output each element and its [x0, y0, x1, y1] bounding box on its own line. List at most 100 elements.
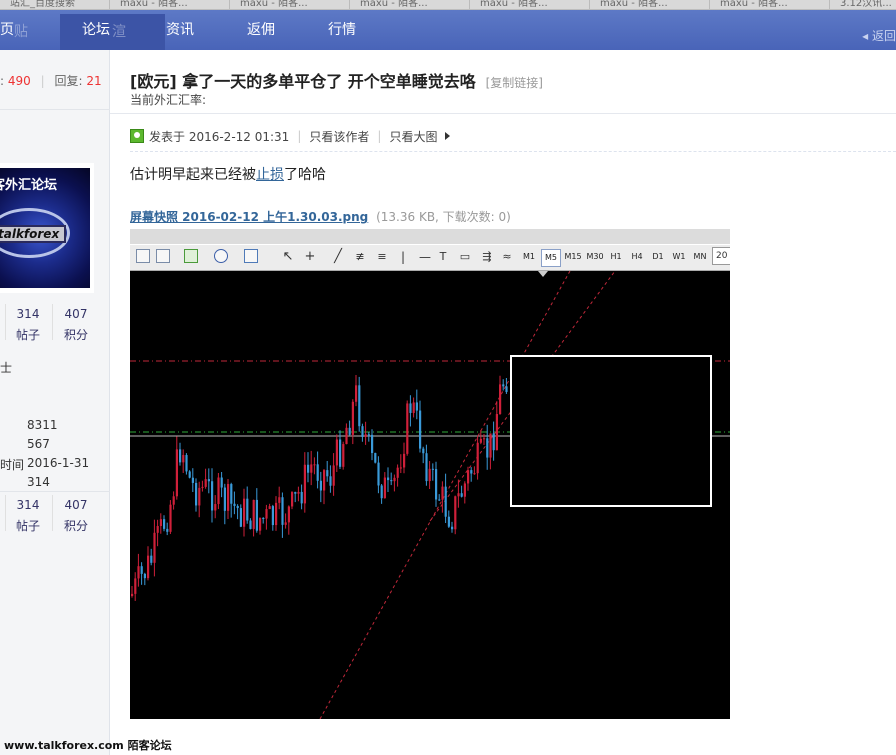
points-count[interactable]: 407: [54, 307, 98, 321]
points-count[interactable]: 407: [54, 498, 98, 512]
candle-body: [319, 480, 322, 491]
profile-value: 567: [27, 437, 50, 451]
nav-news[interactable]: 资讯: [166, 10, 194, 50]
candle-body: [463, 483, 466, 497]
back-link[interactable]: ◂ 返回: [862, 10, 896, 58]
candle-body: [307, 464, 310, 473]
annotation-box: [510, 355, 712, 507]
candle-body: [179, 449, 182, 463]
crosshair-icon[interactable]: +: [302, 248, 318, 266]
nav-home[interactable]: 页: [0, 10, 14, 50]
browser-tab[interactable]: 3.12汉讯...: [830, 0, 896, 9]
attachment-link[interactable]: 屏幕快照 2016-02-12 上午1.30.03.png: [130, 210, 368, 224]
candle-body: [460, 493, 463, 497]
timeframe-w1[interactable]: W1: [669, 249, 689, 265]
label-icon[interactable]: ▭: [458, 248, 472, 266]
points-label: 积分: [63, 519, 88, 533]
browser-tab[interactable]: maxu - 陌客...: [350, 0, 470, 9]
timeframe-m30[interactable]: M30: [584, 249, 606, 265]
timeframe-m15[interactable]: M15: [562, 249, 584, 265]
stop-loss-link[interactable]: 止损: [256, 167, 284, 183]
timeframe-m1[interactable]: M1: [519, 249, 539, 265]
back-label: 返回: [871, 29, 896, 43]
fibo-icon[interactable]: ≡: [374, 248, 390, 266]
only-author-link[interactable]: 只看该作者: [309, 128, 369, 145]
candle-body: [182, 455, 185, 463]
browser-tab[interactable]: maxu - 陌客...: [590, 0, 710, 9]
candle-body: [294, 492, 297, 494]
nav-forum[interactable]: 论坛: [82, 10, 110, 50]
main-nav: 页 贴 论坛 渲 资讯 返佣 行情 ◂ 返回: [0, 10, 896, 50]
candle-body: [220, 477, 223, 488]
candle-body: [278, 497, 281, 503]
candle-body: [310, 464, 313, 473]
candle-body: [383, 477, 386, 499]
points-label: 积分: [63, 328, 88, 342]
candle-body: [412, 402, 415, 413]
avatar-title: 客外汇论坛: [0, 178, 58, 193]
candle-body: [396, 467, 399, 478]
vline-icon[interactable]: |: [398, 248, 408, 266]
candle-body: [345, 427, 348, 445]
browser-tab[interactable]: 站汇_百度搜索: [0, 0, 110, 9]
mt4-chart-screenshot[interactable]: ↖ + ╱ ≢ ≡ | — T ▭ ⇶ ≈ M1 M5 M15 M30 H1 H…: [130, 229, 730, 719]
timeframe-d1[interactable]: D1: [648, 249, 668, 265]
cursor-icon[interactable]: ↖: [280, 248, 296, 266]
arrows-icon[interactable]: ⇶: [480, 248, 494, 266]
toolbar-input[interactable]: 20: [712, 247, 730, 265]
chart-bars-icon[interactable]: [136, 249, 150, 263]
chart-shift-marker: [538, 271, 548, 277]
divider: [0, 109, 110, 110]
candle-body: [271, 506, 274, 526]
timeframe-h4[interactable]: H4: [627, 249, 647, 265]
hline-icon[interactable]: —: [418, 248, 432, 266]
big-image-link[interactable]: 只看大图: [389, 128, 437, 145]
period-icon[interactable]: ≈: [500, 248, 514, 266]
candle-body: [380, 485, 383, 499]
avatar[interactable]: 客外汇论坛 talkforex: [0, 163, 94, 293]
candle-body: [428, 468, 431, 482]
nav-quotes[interactable]: 行情: [328, 10, 356, 50]
template-icon[interactable]: [244, 249, 258, 263]
candle-body: [227, 484, 230, 511]
trendline-icon[interactable]: ╱: [330, 248, 346, 266]
avatar-band: talkforex: [0, 225, 66, 243]
candle-body: [403, 453, 406, 468]
chart-candles-icon[interactable]: [156, 249, 170, 263]
nav-rebate[interactable]: 返佣: [247, 10, 275, 50]
views-label: :: [0, 74, 5, 88]
timeframe-h1[interactable]: H1: [606, 249, 626, 265]
browser-tab[interactable]: maxu - 陌客...: [470, 0, 590, 9]
candle-body: [489, 433, 492, 458]
user-online-icon: [130, 129, 144, 143]
candle-body: [479, 438, 482, 443]
candle-body: [166, 528, 169, 532]
watermark-text: www.talkforex.com 陌客论坛: [4, 739, 172, 752]
clock-icon[interactable]: [214, 249, 228, 263]
browser-tab[interactable]: maxu - 陌客...: [110, 0, 230, 9]
copy-link-button[interactable]: [复制链接]: [486, 76, 543, 90]
timeframe-mn[interactable]: MN: [690, 249, 710, 265]
timeframe-m5[interactable]: M5: [541, 249, 561, 267]
candle-body: [339, 439, 342, 467]
candle-body: [252, 499, 255, 529]
profile-label: 时间: [0, 458, 25, 472]
candle-body: [348, 427, 351, 435]
play-arrow-icon[interactable]: [445, 132, 451, 140]
post-count[interactable]: 314: [6, 307, 50, 321]
browser-tab[interactable]: maxu - 陌客...: [710, 0, 830, 9]
back-arrow-icon: ◂: [862, 29, 869, 43]
divider: [52, 495, 53, 531]
text-icon[interactable]: T: [436, 248, 450, 266]
thread-title-row: [欧元] 拿了一天的多单平仓了 开个空单睡觉去咯 [复制链接]: [130, 68, 543, 92]
candle-body: [172, 496, 175, 505]
new-order-icon[interactable]: [184, 249, 198, 263]
candle-body: [438, 499, 441, 501]
post-count[interactable]: 314: [6, 498, 50, 512]
candle-body: [131, 593, 134, 596]
channel-icon[interactable]: ≢: [352, 248, 368, 266]
browser-tab[interactable]: maxu - 陌客...: [230, 0, 350, 9]
candle-body: [457, 493, 460, 497]
candle-body: [134, 578, 137, 594]
candle-body: [409, 403, 412, 413]
